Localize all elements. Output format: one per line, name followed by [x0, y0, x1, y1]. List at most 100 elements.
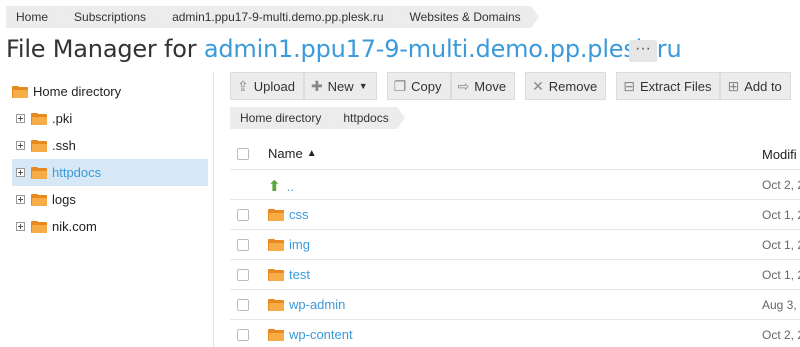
- extract-files-button[interactable]: ⊟ Extract Files: [616, 72, 721, 100]
- folder-icon: [268, 328, 284, 341]
- table-row[interactable]: test Oct 1, 2: [230, 260, 800, 290]
- folder-icon: [31, 112, 47, 125]
- table-row[interactable]: css Oct 1, 2: [230, 200, 800, 230]
- folder-icon: [268, 208, 284, 221]
- modified-date: Oct 1, 2: [762, 238, 800, 252]
- up-arrow-icon: ⬆: [268, 178, 281, 195]
- modified-date: Oct 1, 2: [762, 268, 800, 282]
- extract-icon: ⊟: [623, 77, 635, 94]
- tree-item-label: httpdocs: [52, 165, 102, 180]
- tree-item-label: Home directory: [33, 84, 122, 99]
- file-name: css: [289, 207, 309, 222]
- page-title: File Manager for admin1.ppu17-9-multi.de…: [6, 35, 682, 63]
- sort-ascending-icon: ▲: [306, 148, 317, 159]
- path-home-directory[interactable]: Home directory: [230, 107, 338, 129]
- tree-item-nik-com[interactable]: nik.com: [12, 213, 97, 240]
- breadcrumb-home[interactable]: Home: [6, 6, 67, 28]
- breadcrumb: Home Subscriptions admin1.ppu17-9-multi.…: [6, 6, 539, 28]
- modified-date: Aug 3, 2: [762, 298, 800, 312]
- toolbar: ⇪ Upload ✚ New ▼ ❐ Copy ⇨ Move ✕ Remove …: [230, 72, 791, 100]
- expand-icon[interactable]: [16, 168, 25, 177]
- row-checkbox[interactable]: [237, 299, 249, 311]
- file-name-link[interactable]: css: [268, 207, 309, 222]
- folder-icon: [268, 298, 284, 311]
- more-button[interactable]: ···: [629, 40, 657, 62]
- folder-icon: [31, 193, 47, 206]
- breadcrumb-websites-domains[interactable]: Websites & Domains: [393, 6, 539, 28]
- folder-icon: [31, 139, 47, 152]
- tree-item-label: .pki: [52, 111, 73, 126]
- tree-item-home[interactable]: Home directory: [12, 78, 121, 105]
- directory-tree: Home directory .pki .ssh httpdocs logs n…: [6, 72, 214, 347]
- file-name-link[interactable]: wp-admin: [268, 297, 345, 312]
- upload-icon: ⇪: [237, 77, 249, 94]
- tree-item-label: nik.com: [52, 219, 97, 234]
- row-checkbox[interactable]: [237, 329, 249, 341]
- move-label: Move: [474, 78, 507, 94]
- remove-button[interactable]: ✕ Remove: [525, 72, 607, 100]
- breadcrumb-subscriptions[interactable]: Subscriptions: [58, 6, 165, 28]
- upload-label: Upload: [253, 78, 295, 94]
- file-name: wp-admin: [289, 297, 346, 312]
- name-column-header[interactable]: Name ▲: [268, 146, 317, 161]
- expand-icon[interactable]: [16, 195, 25, 204]
- path-httpdocs[interactable]: httpdocs: [329, 107, 406, 129]
- file-name-link[interactable]: test: [268, 267, 310, 282]
- expand-icon[interactable]: [16, 222, 25, 231]
- tree-item-ssh[interactable]: .ssh: [12, 132, 76, 159]
- modified-column-header[interactable]: Modifi: [762, 147, 797, 162]
- file-name: test: [289, 267, 310, 282]
- row-checkbox[interactable]: [237, 269, 249, 281]
- plus-icon: ✚: [310, 77, 323, 94]
- modified-date: Oct 1, 2: [762, 208, 800, 222]
- caret-down-icon: ▼: [358, 81, 368, 91]
- new-label: New: [327, 78, 354, 94]
- folder-icon: [268, 268, 284, 281]
- new-button[interactable]: ✚ New ▼: [303, 72, 377, 100]
- move-button[interactable]: ⇨ Move: [450, 72, 516, 100]
- tree-item-httpdocs[interactable]: httpdocs: [12, 159, 208, 186]
- extract-label: Extract Files: [639, 78, 712, 94]
- file-name: img: [289, 237, 310, 252]
- modified-date: Oct 2, 2: [762, 178, 800, 192]
- folder-icon: [12, 85, 28, 98]
- page-title-domain[interactable]: admin1.ppu17-9-multi.demo.pp.plesk.ru: [204, 35, 682, 63]
- file-name-link[interactable]: img: [268, 237, 310, 252]
- file-name-link[interactable]: wp-content: [268, 327, 353, 342]
- tree-item-label: .ssh: [52, 138, 76, 153]
- tree-item-label: logs: [52, 192, 76, 207]
- copy-button[interactable]: ❐ Copy: [386, 72, 451, 100]
- select-all-checkbox[interactable]: [237, 148, 249, 160]
- add-to-label: Add to: [744, 78, 782, 94]
- table-row[interactable]: wp-admin Aug 3, 2: [230, 290, 800, 320]
- tree-item-pki[interactable]: .pki: [12, 105, 72, 132]
- table-header: Name ▲ Modifi: [230, 138, 800, 170]
- tree-item-logs[interactable]: logs: [12, 186, 76, 213]
- row-checkbox[interactable]: [237, 239, 249, 251]
- remove-label: Remove: [548, 78, 598, 94]
- parent-directory-link[interactable]: ⬆ ..: [268, 177, 294, 195]
- page-title-prefix: File Manager for: [6, 35, 204, 63]
- parent-directory-label: ..: [286, 178, 294, 194]
- add-to-archive-button[interactable]: ⊞ Add to: [720, 72, 791, 100]
- breadcrumb-subscription[interactable]: admin1.ppu17-9-multi.demo.pp.plesk.ru: [156, 6, 402, 28]
- archive-icon: ⊞: [727, 77, 740, 94]
- folder-icon: [268, 238, 284, 251]
- row-checkbox[interactable]: [237, 209, 249, 221]
- name-column-label: Name: [268, 146, 303, 161]
- expand-icon[interactable]: [16, 141, 25, 150]
- table-row[interactable]: img Oct 1, 2: [230, 230, 800, 260]
- table-row-up[interactable]: ⬆ .. Oct 2, 2: [230, 170, 800, 200]
- upload-button[interactable]: ⇪ Upload: [230, 72, 304, 100]
- file-name: wp-content: [289, 327, 353, 342]
- move-arrow-icon: ⇨: [457, 77, 470, 94]
- copy-label: Copy: [411, 78, 442, 94]
- folder-icon: [31, 166, 47, 179]
- modified-date: Oct 2, 2: [762, 328, 800, 342]
- file-table: Name ▲ Modifi ⬆ .. Oct 2, 2 css Oct 1, 2…: [230, 138, 800, 347]
- table-row[interactable]: wp-content Oct 2, 2: [230, 320, 800, 347]
- folder-icon: [31, 220, 47, 233]
- copy-icon: ❐: [393, 77, 407, 94]
- path-breadcrumb: Home directory httpdocs: [230, 107, 406, 129]
- expand-icon[interactable]: [16, 114, 25, 123]
